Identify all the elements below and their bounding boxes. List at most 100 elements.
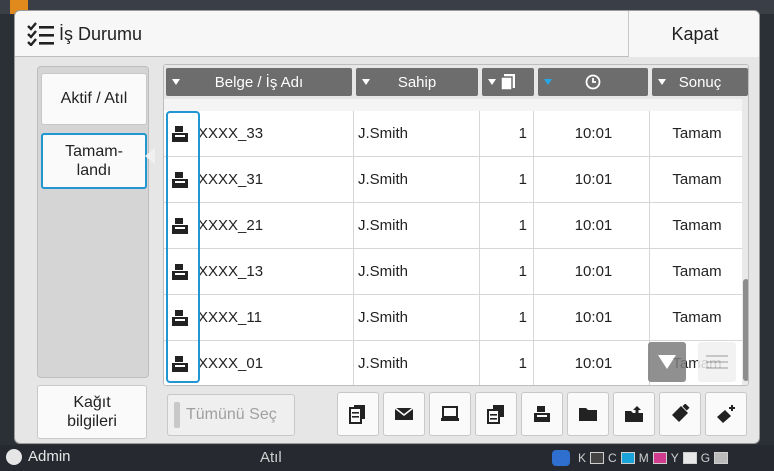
- copy-icon: [349, 405, 365, 424]
- menu-line: [706, 361, 728, 363]
- toner-g-swatch: [714, 452, 729, 464]
- toner-m-swatch: [652, 452, 667, 464]
- print-button[interactable]: [521, 392, 563, 436]
- print-icon: [534, 406, 550, 422]
- list-menu-button[interactable]: [698, 342, 736, 382]
- paper-info-button[interactable]: Kağıt bilgileri: [37, 385, 147, 439]
- sort-arrow-icon: [658, 79, 666, 85]
- job-time: 10:01: [538, 111, 650, 156]
- toner-c-swatch: [620, 452, 635, 464]
- job-time: 10:01: [538, 341, 650, 385]
- job-status-dialog: İş Durumu Kapat Aktif / Atıl Tamam- land…: [14, 10, 760, 444]
- column-header-copies[interactable]: [482, 68, 534, 96]
- table-row[interactable]: XXXX_31 J.Smith 1 10:01 Tamam: [164, 157, 742, 203]
- column-header-result[interactable]: Sonuç: [652, 68, 748, 96]
- job-owner: J.Smith: [358, 295, 480, 340]
- add-usb-icon: [717, 405, 735, 423]
- job-owner: J.Smith: [358, 111, 480, 156]
- document-stack-button[interactable]: [475, 392, 517, 436]
- table-row[interactable]: XXXX_13 J.Smith 1 10:01 Tamam: [164, 249, 742, 295]
- job-result: Tamam: [672, 263, 722, 280]
- job-time: 10:01: [538, 295, 650, 340]
- job-list-table: Belge / İş Adı Sahip Sonuç XXXX_33 J.Smi…: [163, 64, 749, 386]
- sort-arrow-icon: [362, 79, 370, 85]
- job-result: Tamam: [672, 309, 722, 326]
- print-job-icon[interactable]: [164, 341, 196, 385]
- add-usb-button[interactable]: [705, 392, 747, 436]
- network-icon: [552, 450, 570, 466]
- job-filter-panel: Aktif / Atıl Tamam- landı: [37, 66, 149, 378]
- job-copies: 1: [482, 341, 534, 385]
- table-row[interactable]: XXXX_21 J.Smith 1 10:01 Tamam: [164, 203, 742, 249]
- table-row[interactable]: XXXX_33 J.Smith 1 10:01 Tamam: [164, 111, 742, 157]
- job-copies: 1: [482, 295, 534, 340]
- job-name: XXXX_31: [198, 157, 354, 202]
- active-idle-tab[interactable]: Aktif / Atıl: [41, 73, 147, 125]
- menu-line: [706, 367, 728, 369]
- usb-button[interactable]: [659, 392, 701, 436]
- column-header-time[interactable]: [538, 68, 648, 96]
- mail-icon: [394, 407, 414, 420]
- user-icon: [6, 448, 22, 465]
- job-name: XXXX_11: [198, 295, 354, 340]
- job-owner: J.Smith: [358, 249, 480, 294]
- selection-pointer: [145, 148, 155, 164]
- usb-icon: [672, 404, 690, 422]
- job-copies: 1: [482, 111, 534, 156]
- job-owner: J.Smith: [358, 203, 480, 248]
- print-job-icon[interactable]: [164, 295, 196, 340]
- table-row[interactable]: XXXX_11 J.Smith 1 10:01 Tamam: [164, 295, 742, 341]
- table-scrollbar[interactable]: [742, 99, 748, 385]
- menu-line: [706, 355, 728, 357]
- job-action-toolbar: [337, 392, 753, 436]
- print-job-icon[interactable]: [164, 157, 196, 202]
- job-name: XXXX_01: [198, 341, 354, 385]
- toner-label-g: G: [700, 451, 711, 465]
- export-button[interactable]: [613, 392, 655, 436]
- folder-button[interactable]: [567, 392, 609, 436]
- clock-icon: [585, 74, 601, 90]
- job-name: XXXX_21: [198, 203, 354, 248]
- job-result: Tamam: [672, 171, 722, 188]
- job-result: Tamam: [672, 125, 722, 142]
- print-job-icon[interactable]: [164, 111, 196, 156]
- sort-arrow-icon: [488, 79, 496, 85]
- toner-label-c: C: [608, 451, 617, 465]
- copy-button[interactable]: [337, 392, 379, 436]
- close-button[interactable]: Kapat: [628, 11, 759, 57]
- job-owner: J.Smith: [358, 341, 480, 385]
- column-header-owner[interactable]: Sahip: [356, 68, 478, 96]
- dialog-title: İş Durumu: [59, 24, 143, 44]
- toner-levels: K C M Y G: [552, 450, 729, 466]
- copies-icon: [500, 74, 515, 91]
- folder-icon: [579, 408, 597, 421]
- export-icon: [625, 406, 643, 422]
- job-copies: 1: [482, 203, 534, 248]
- mail-button[interactable]: [383, 392, 425, 436]
- column-header-document-name[interactable]: Belge / İş Adı: [166, 68, 352, 96]
- checklist-icon: [27, 22, 54, 46]
- toner-y-swatch: [682, 452, 697, 464]
- job-time: 10:01: [538, 157, 650, 202]
- sort-arrow-icon: [172, 79, 180, 85]
- select-all-button[interactable]: Tümünü Seç: [167, 394, 295, 436]
- scroll-thumb[interactable]: [743, 279, 748, 381]
- dialog-title-bar: İş Durumu Kapat: [15, 11, 759, 57]
- print-job-icon[interactable]: [164, 249, 196, 294]
- job-time: 10:01: [538, 249, 650, 294]
- user-name: Admin: [28, 448, 71, 465]
- completed-tab[interactable]: Tamam- landı: [41, 133, 147, 189]
- job-owner: J.Smith: [358, 157, 480, 202]
- toner-k-swatch: [590, 452, 605, 464]
- toner-label-m: M: [638, 451, 649, 465]
- status-bar: Admin Atıl K C M Y G: [0, 445, 774, 471]
- job-copies: 1: [482, 157, 534, 202]
- scroll-down-button[interactable]: [648, 342, 686, 382]
- machine-status: Atıl: [260, 449, 282, 466]
- computer-icon: [441, 406, 459, 421]
- job-result: Tamam: [672, 217, 722, 234]
- computer-button[interactable]: [429, 392, 471, 436]
- job-name: XXXX_33: [198, 111, 354, 156]
- checkbox-bar-icon: [174, 402, 180, 428]
- print-job-icon[interactable]: [164, 203, 196, 248]
